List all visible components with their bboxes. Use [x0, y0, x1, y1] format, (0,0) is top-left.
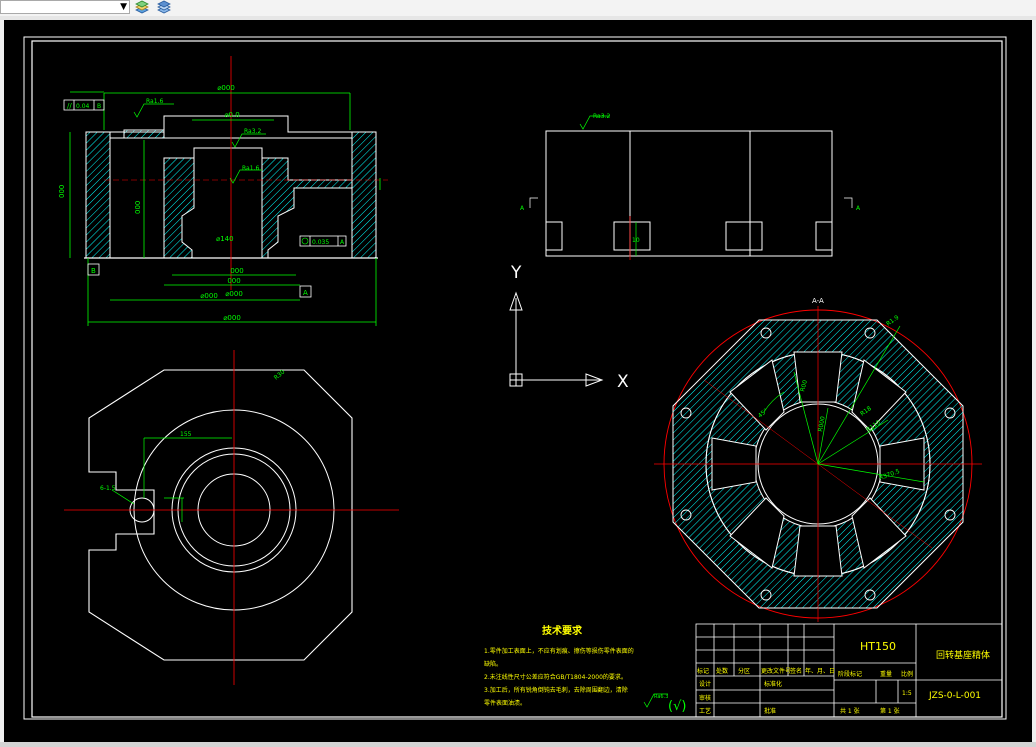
tb-scale: 1:5 — [902, 690, 912, 697]
tb-row: 工艺 — [699, 707, 711, 715]
layer-states-icon[interactable] — [156, 0, 172, 15]
tb-header: 分区 — [738, 667, 750, 675]
tb-weight: 重量 — [880, 670, 892, 678]
tb-header: 签名 — [790, 667, 802, 675]
flatness-value: 0.04 — [76, 103, 90, 110]
datum-a: A — [303, 289, 308, 297]
tb-sheets: 共 1 张 — [840, 707, 860, 715]
tech-line: 2.未注线性尺寸公差应符合GB/T1804-2000的要求。 — [484, 673, 627, 681]
tb-header: 标记 — [697, 667, 709, 675]
tb-row: 标准化 — [764, 680, 782, 688]
dim-text: ⌀000 — [200, 292, 218, 300]
tb-header: 处数 — [716, 667, 728, 675]
a-dim: R1.9 — [885, 314, 900, 328]
tb-scale-label: 比例 — [901, 670, 913, 678]
layer-properties-icon[interactable] — [134, 0, 150, 15]
top-dim-a: 155 — [180, 431, 192, 438]
general-roughness: Ra6.3 — [654, 694, 668, 700]
general-roughness-suffix: (√) — [668, 699, 686, 714]
tb-header: 更改文件号 — [761, 667, 791, 675]
section-mark-right: A — [856, 205, 861, 212]
dim-text: ⌀0.0 — [224, 111, 239, 119]
tech-line: 零件表面油渍。 — [484, 699, 526, 707]
ucs-y-label: Y — [510, 263, 522, 283]
diameter-note: ⌀140 — [216, 235, 234, 243]
tb-row: 审核 — [699, 694, 711, 702]
dim-text: ⌀000 — [225, 290, 243, 298]
top-view: 155 R30 6-1.5 — [64, 350, 399, 685]
front-roughness: Ra3.2 — [593, 113, 610, 120]
front-view: Ra3.2 A A 10 — [520, 113, 861, 260]
tb-drawing-no: JZS-0-L-001 — [928, 691, 981, 701]
datum-b: B — [91, 267, 96, 275]
tb-row: 设计 — [699, 680, 711, 688]
dim-text: ⌀000 — [223, 314, 241, 322]
position-datum: A — [340, 239, 345, 246]
roughness-label: Ra3.2 — [244, 128, 261, 135]
position-value: 0.035 — [312, 239, 329, 246]
section-view: ⌀000 ⌀0.0 000 000 ⌀000 ⌀000 ⌀000 000 000… — [58, 56, 388, 326]
top-dim-c: 6-1.5 — [100, 485, 116, 492]
toolbar: ▼ — [0, 0, 1036, 17]
tech-title: 技术要求 — [542, 624, 583, 637]
dim-text: 000 — [227, 277, 240, 285]
flatness-datum: B — [97, 103, 101, 110]
section-a-title: A-A — [812, 297, 824, 305]
slot-dim: 10 — [632, 237, 640, 244]
flatness-frame: // 0.04 B — [63, 99, 105, 111]
chevron-down-icon[interactable]: ▼ — [120, 2, 127, 13]
layer-dropdown[interactable]: ▼ — [0, 0, 130, 14]
dim-text: 000 — [134, 201, 142, 214]
tb-sheet-no: 第 1 张 — [880, 707, 900, 715]
status-strip — [0, 742, 1036, 747]
tech-line: 1.零件加工表面上，不应有划痕、擦伤等损伤零件表面的 — [484, 647, 634, 655]
tech-requirements: 技术要求 1.零件加工表面上，不应有划痕、擦伤等损伤零件表面的 缺陷。 2.未注… — [484, 624, 686, 714]
tech-line: 缺陷。 — [484, 660, 502, 668]
svg-text://: // — [67, 102, 72, 110]
ucs-x-label: X — [617, 372, 629, 392]
section-a-view: A-A R18 R110 45° R370.5 R00 R000 R1.9 — [654, 297, 982, 622]
position-frame: 0.035 A — [299, 235, 347, 247]
dim-text: 000 — [230, 267, 243, 275]
ucs-icon: Y X — [509, 263, 629, 392]
tb-stage: 阶段标记 — [838, 670, 862, 678]
tech-line: 3.加工后，所有锐角倒钝去毛刺，去除周围翻边，清除 — [484, 686, 628, 694]
tb-row: 批准 — [764, 707, 776, 715]
dim-text: 000 — [58, 185, 66, 198]
tb-material: HT150 — [860, 640, 896, 653]
drawing-canvas[interactable]: ⌀000 ⌀0.0 000 000 ⌀000 ⌀000 ⌀000 000 000… — [4, 20, 1032, 742]
dim-text: ⌀000 — [217, 84, 235, 92]
roughness-label: Ra1.6 — [146, 98, 163, 105]
section-mark-left: A — [520, 205, 525, 212]
tb-part-name: 回转基座精体 — [936, 649, 990, 661]
tb-header: 年、月、日 — [805, 667, 835, 675]
roughness-label: Ra1.6 — [242, 165, 259, 172]
